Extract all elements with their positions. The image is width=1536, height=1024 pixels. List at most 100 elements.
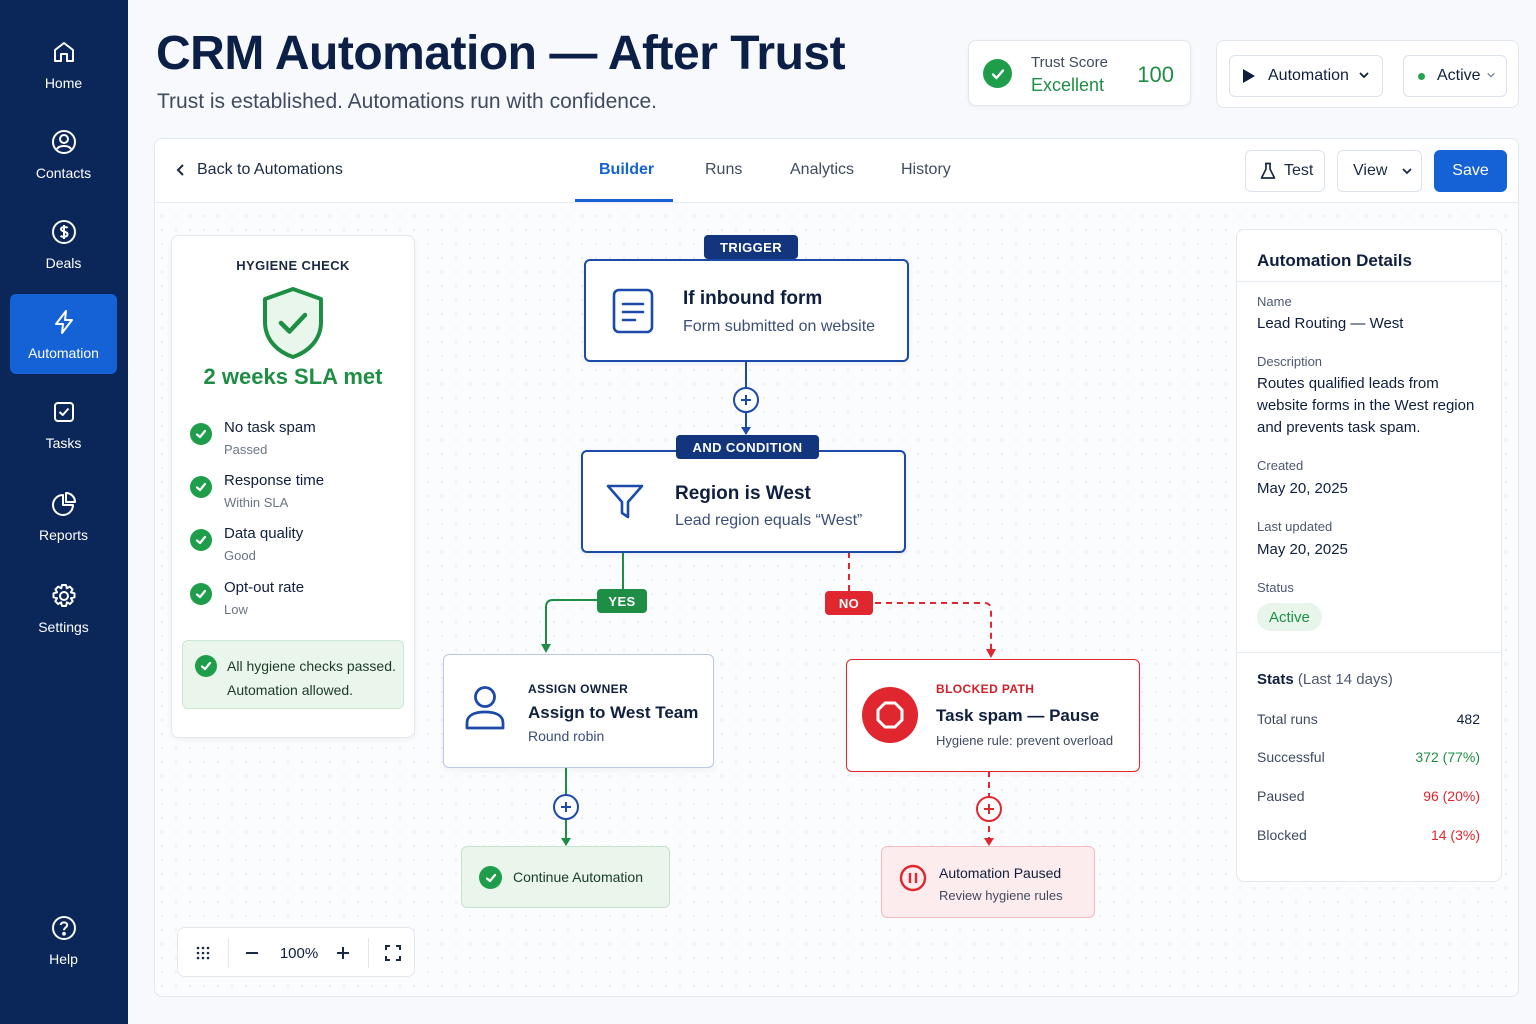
zoom-in-button[interactable] [323,928,363,978]
expand-icon [384,945,401,961]
status-dropdown[interactable]: Active [1403,55,1507,97]
trust-score-label: Trust Score [1031,54,1108,71]
continue-automation-node[interactable]: Continue Automation [461,846,670,908]
header-controls: Automation Active [1216,40,1519,108]
builder-panel: Back to Automations Builder Runs Analyti… [154,138,1519,997]
sidebar-item-tasks[interactable]: Tasks [10,384,117,464]
assign-subtitle: Round robin [528,728,605,744]
trust-score-rating: Excellent [1031,75,1105,95]
description-label: Description [1257,354,1323,369]
trigger-pill: TRIGGER [704,235,798,259]
continue-label: Continue Automation [513,869,643,885]
plus-icon [337,947,349,959]
sidebar-item-contacts[interactable]: Contacts [10,114,117,194]
play-icon [1243,69,1255,83]
sidebar-item-label: Home [44,74,83,91]
page-title: CRM Automation — After Trust [156,27,846,80]
name-label: Name [1257,294,1292,309]
trigger-subtitle: Form submitted on website [683,318,876,335]
zoom-out-button[interactable] [229,928,275,978]
check-circle-icon [479,866,502,889]
add-step-button[interactable] [553,794,579,820]
sidebar-item-help[interactable]: Help [10,900,117,980]
name-value: Lead Routing — West [1257,315,1404,332]
stop-icon [862,687,918,743]
page-subtitle: Trust is established. Automations run wi… [157,90,657,113]
stats-period: (Last 14 days) [1297,671,1393,688]
sidebar-item-label: Help [49,950,78,967]
dollar-icon [51,219,76,244]
updated-label: Last updated [1257,519,1333,534]
stat-label: Total runs [1257,711,1318,727]
paused-title: Automation Paused [939,865,1062,881]
no-branch-label: NO [825,591,873,615]
sidebar-item-home[interactable]: Home [10,24,117,104]
automation-dropdown[interactable]: Automation [1229,55,1383,97]
drag-handle[interactable] [178,928,228,978]
stat-value: 372 (77%) [1415,749,1480,765]
blocked-path-node[interactable]: BLOCKED PATH Task spam — Pause Hygiene r… [846,659,1140,772]
fit-screen-button[interactable] [369,928,416,978]
blocked-kicker: BLOCKED PATH [936,682,1035,696]
trigger-node[interactable]: If inbound form Form submitted on websit… [584,259,909,362]
user-icon [465,686,505,730]
sidebar-item-automation[interactable]: Automation [10,294,117,374]
check-circle-icon [983,59,1012,88]
sidebar-item-label: Reports [38,526,89,543]
stats-heading: Stats [1257,671,1294,688]
filter-icon [606,484,644,519]
assign-kicker: ASSIGN OWNER [528,682,629,696]
paused-subtitle: Review hygiene rules [939,888,1063,903]
plus-icon [741,395,751,405]
trust-score-value: 100 [1137,62,1174,87]
status-badge: Active [1257,603,1322,631]
created-label: Created [1257,458,1304,473]
plus-icon [561,802,571,812]
stats-title: Stats (Last 14 days) [1257,671,1393,688]
assign-owner-node[interactable]: ASSIGN OWNER Assign to West Team Round r… [443,654,714,768]
trigger-title: If inbound form [683,288,823,309]
sidebar-item-label: Settings [38,618,89,635]
stat-value: 482 [1456,711,1480,727]
stat-label: Successful [1257,749,1325,765]
details-title: Automation Details [1257,251,1412,270]
condition-subtitle: Lead region equals “West” [675,512,863,529]
automation-paused-node[interactable]: Automation Paused Review hygiene rules [881,846,1095,918]
sidebar-item-label: Deals [45,254,82,271]
condition-pill: AND CONDITION [676,435,819,459]
sidebar-item-deals[interactable]: Deals [10,204,117,284]
pie-chart-icon [51,491,76,516]
sidebar-item-settings[interactable]: Settings [10,568,117,648]
assign-title: Assign to West Team [528,703,699,722]
zoom-level: 100% [279,944,319,962]
sidebar: Home Contacts Deals Automation Tasks Rep… [0,0,128,1024]
add-step-button[interactable] [976,796,1002,822]
help-icon [51,915,76,940]
pause-circle-icon [899,864,927,892]
stat-value: 96 (20%) [1423,788,1480,804]
condition-node[interactable]: Region is West Lead region equals “West” [581,450,906,553]
trust-score-card: Trust Score Excellent 100 [968,40,1191,106]
chevron-down-icon [1487,72,1495,78]
blocked-subtitle: Hygiene rule: prevent overload [936,733,1114,748]
sidebar-item-reports[interactable]: Reports [10,476,117,556]
checkbox-icon [53,401,74,422]
automation-dropdown-label: Automation [1268,67,1349,84]
plus-icon [984,804,994,814]
grid-dots-icon [196,946,210,960]
status-label: Status [1257,580,1294,595]
gear-icon [52,583,75,607]
home-icon [53,41,74,62]
sidebar-item-label: Contacts [35,164,92,181]
status-dropdown-label: Active [1437,67,1481,84]
yes-branch-label: YES [597,589,647,613]
user-circle-icon [51,129,76,154]
blocked-title: Task spam — Pause [936,706,1100,725]
sidebar-item-label: Automation [28,344,99,361]
stat-label: Paused [1257,788,1305,804]
sidebar-item-label: Tasks [45,434,82,451]
created-value: May 20, 2025 [1257,480,1348,497]
minus-icon [246,952,258,954]
stat-value: 14 (3%) [1430,827,1480,843]
add-step-button[interactable] [733,387,759,413]
